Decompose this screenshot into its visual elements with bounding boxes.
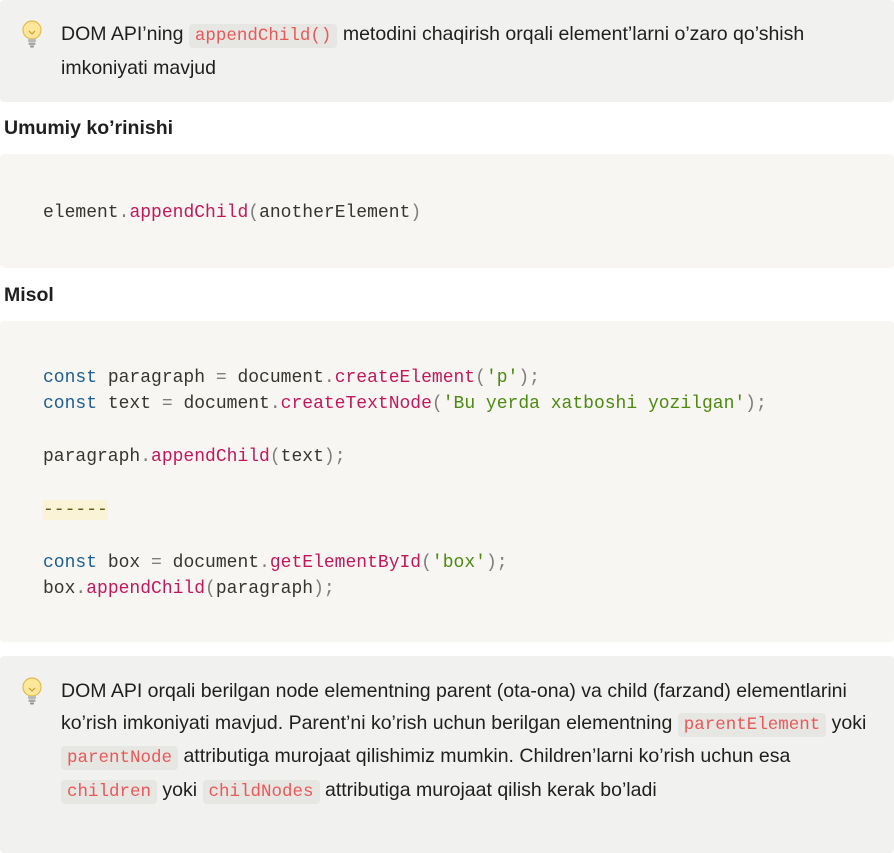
code-token: 'box' — [431, 552, 486, 573]
callout-append-child: DOM API’ning appendChild() metodini chaq… — [0, 0, 894, 102]
code-token: = — [151, 552, 162, 573]
code-token: document — [161, 552, 260, 573]
code-token: appendChild — [151, 447, 270, 468]
code-token: ); — [518, 368, 540, 388]
code-token: anotherElement — [259, 203, 411, 223]
callout-text-part: DOM API’ning — [61, 23, 189, 45]
code-text: element.appendChild(anotherElement) — [43, 200, 421, 226]
code-token: document — [172, 394, 270, 415]
inline-code-parent-node: parentNode — [61, 746, 179, 770]
inline-code-parent-element: parentElement — [677, 712, 827, 737]
lightbulb-icon — [22, 677, 42, 705]
callout-text: DOM API’ning appendChild() metodini chaq… — [61, 19, 874, 84]
code-token: ); — [485, 552, 508, 573]
code-token: createElement — [334, 368, 476, 388]
code-separator: ------ — [43, 500, 108, 521]
code-token: paragraph — [215, 579, 314, 600]
heading-general-form: Umumiy ko’rinishi — [4, 117, 174, 139]
inline-code-children: children — [61, 779, 158, 804]
code-token: ( — [475, 368, 486, 388]
code-token: . — [118, 203, 130, 223]
callout-text-part: yoki — [157, 778, 203, 801]
code-token: const — [43, 552, 98, 573]
code-token: paragraph — [97, 368, 216, 388]
code-token: . — [323, 368, 335, 388]
callout-text: DOM API orqali berilgan node elementning… — [61, 676, 874, 808]
code-token: = — [161, 394, 173, 415]
code-token: ( — [421, 552, 432, 573]
code-token: const — [43, 394, 98, 415]
code-block-general: element.appendChild(anotherElement) — [0, 154, 894, 268]
callout-text-part: attributiga murojaat qilishimiz mumkin. … — [178, 745, 791, 767]
code-token: ); — [323, 447, 346, 468]
code-token: createTextNode — [280, 394, 432, 415]
code-token: 'Bu yerda xatboshi yozilgan' — [442, 394, 746, 415]
lightbulb-icon — [22, 20, 42, 48]
code-token: ) — [410, 203, 422, 223]
code-token: element — [43, 203, 119, 223]
code-token: paragraph — [43, 447, 141, 468]
code-token: text — [97, 394, 162, 415]
code-token: ( — [431, 394, 443, 415]
inline-code-child-nodes: childNodes — [202, 779, 320, 804]
code-token: getElementById — [269, 552, 422, 573]
code-token: ); — [313, 579, 335, 600]
code-token: box — [43, 579, 76, 600]
code-token: . — [75, 579, 87, 600]
code-text: const paragraph = document.createElement… — [43, 365, 767, 603]
code-token: appendChild — [86, 579, 206, 600]
heading-example: Misol — [4, 284, 54, 306]
code-token: box — [97, 552, 152, 573]
code-token: ( — [269, 447, 281, 468]
inline-code-append-child: appendChild() — [188, 24, 338, 48]
code-token: 'p' — [485, 368, 519, 388]
code-token: const — [43, 368, 98, 388]
callout-text-part: attributiga murojaat qilish kerak bo’lad… — [319, 778, 657, 801]
code-block-example: const paragraph = document.createElement… — [0, 321, 894, 642]
code-token: appendChild — [129, 203, 249, 223]
code-token: ); — [745, 394, 767, 415]
code-token: . — [140, 447, 152, 468]
callout-parent-child: DOM API orqali berilgan node elementning… — [0, 656, 894, 853]
code-token: . — [269, 394, 281, 415]
code-token: document — [226, 368, 324, 388]
callout-text-part: yoki — [826, 711, 867, 734]
code-token: ( — [205, 579, 216, 600]
code-token: ( — [248, 203, 260, 223]
code-token: text — [280, 447, 324, 468]
code-token: . — [259, 552, 270, 573]
code-token: = — [215, 368, 227, 388]
